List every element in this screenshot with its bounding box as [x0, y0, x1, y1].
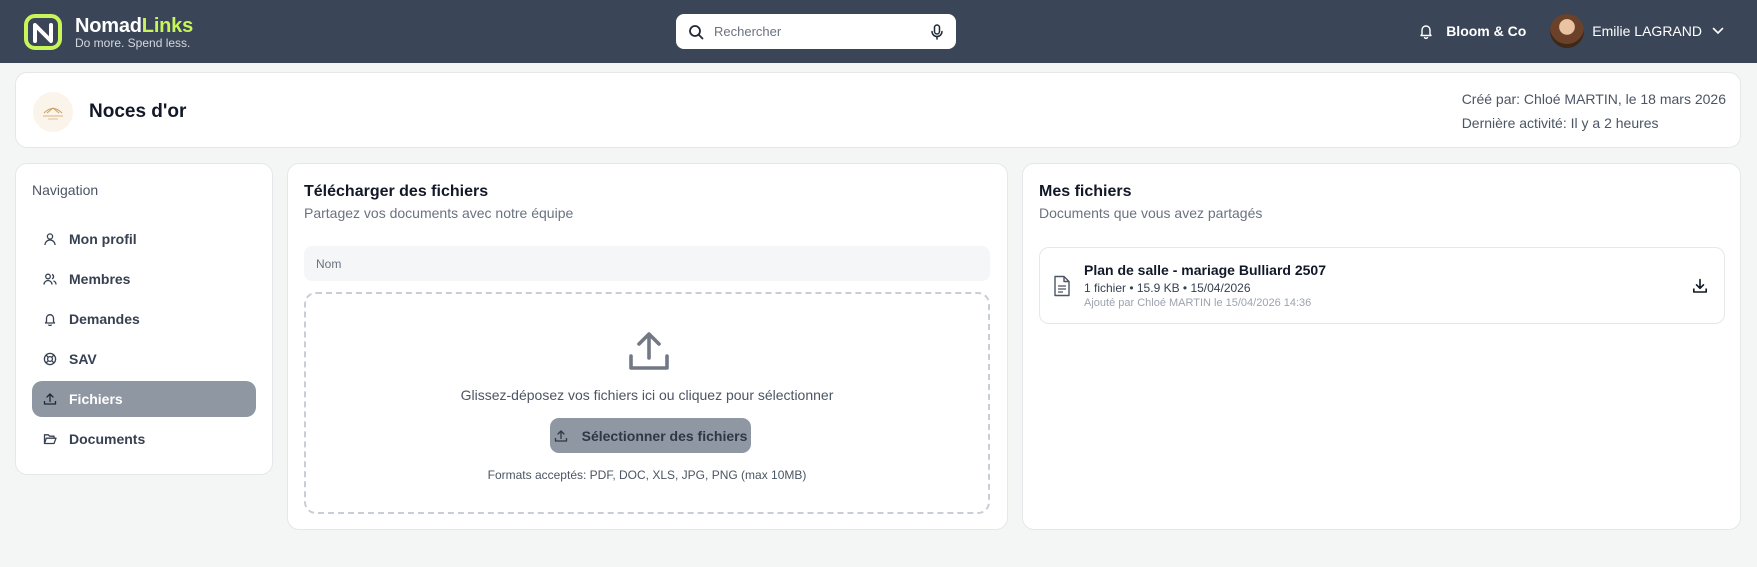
nav-item-label: Mon profil	[69, 231, 137, 247]
nav-item-mon-profil[interactable]: Mon profil	[32, 221, 256, 257]
bell-icon	[43, 312, 57, 326]
organization-name[interactable]: Bloom & Co	[1446, 23, 1526, 39]
my-files-subtitle: Documents que vous avez partagés	[1039, 205, 1263, 221]
user-area: Bloom & Co Emilie LAGRAND	[1418, 14, 1724, 48]
nav-item-label: SAV	[69, 351, 97, 367]
nav-item-fichiers[interactable]: Fichiers	[32, 381, 256, 417]
dropzone-text: Glissez-déposez vos fichiers ici ou cliq…	[460, 387, 834, 403]
file-list-item[interactable]: Plan de salle - mariage Bulliard 2507 1 …	[1039, 247, 1725, 324]
file-dropzone[interactable]: Glissez-déposez vos fichiers ici ou cliq…	[304, 292, 990, 514]
file-name: Plan de salle - mariage Bulliard 2507	[1084, 262, 1326, 278]
notifications-bell-icon[interactable]	[1418, 23, 1434, 39]
folder-open-icon	[43, 432, 57, 446]
last-activity-text: Dernière activité: Il y a 2 heures	[1461, 115, 1659, 131]
upload-card: Télécharger des fichiers Partagez vos do…	[287, 163, 1008, 530]
navigation-heading: Navigation	[32, 182, 99, 198]
nomadlinks-logo-icon	[24, 14, 62, 50]
nav-item-demandes[interactable]: Demandes	[32, 301, 256, 337]
navigation-card: Navigation Mon profil Membres Demandes S…	[15, 163, 273, 475]
event-logo	[33, 92, 73, 132]
select-files-button[interactable]: Sélectionner des fichiers	[550, 418, 751, 453]
accepted-formats-text: Formats acceptés: PDF, DOC, XLS, JPG, PN…	[487, 468, 807, 482]
search-icon	[689, 24, 704, 39]
search-bar[interactable]	[676, 14, 956, 49]
navigation-list: Mon profil Membres Demandes SAV Fichiers…	[32, 221, 256, 461]
upload-icon	[43, 392, 57, 406]
lifebuoy-icon	[43, 352, 57, 366]
event-meta: Créé par: Chloé MARTIN, le 18 mars 2026 …	[1462, 87, 1726, 135]
my-files-title: Mes fichiers	[1039, 183, 1132, 200]
nav-item-label: Documents	[69, 431, 146, 447]
brand-tagline: Do more. Spend less.	[75, 35, 191, 50]
microphone-icon[interactable]	[930, 23, 944, 40]
document-icon	[1054, 275, 1070, 297]
nav-item-documents[interactable]: Documents	[32, 421, 256, 457]
file-info: 1 fichier • 15.9 KB • 15/04/2026	[1084, 281, 1251, 295]
page-title: Noces d'or	[89, 101, 187, 122]
user-icon	[43, 232, 57, 246]
chevron-down-icon[interactable]	[1712, 27, 1724, 35]
file-added-by: Ajouté par Chloé MARTIN le 15/04/2026 14…	[1084, 297, 1312, 309]
download-icon[interactable]	[1692, 278, 1708, 294]
event-header-card: Noces d'or Créé par: Chloé MARTIN, le 18…	[15, 72, 1741, 148]
nav-item-membres[interactable]: Membres	[32, 261, 256, 297]
select-files-label: Sélectionner des fichiers	[581, 427, 748, 444]
nav-item-label: Membres	[69, 271, 131, 287]
avatar[interactable]	[1550, 14, 1585, 48]
event-crest-icon	[43, 107, 63, 120]
upload-title: Télécharger des fichiers	[304, 183, 489, 200]
nav-item-sav[interactable]: SAV	[32, 341, 256, 377]
nav-item-label: Fichiers	[69, 391, 123, 407]
upload-icon	[554, 429, 567, 442]
brand-name-part1: Nomad	[75, 14, 142, 37]
my-files-card: Mes fichiers Documents que vous avez par…	[1022, 163, 1741, 530]
brand-name-part2: Links	[141, 14, 194, 37]
nav-item-label: Demandes	[69, 311, 140, 327]
upload-cloud-icon	[629, 332, 669, 370]
created-by-text: Créé par: Chloé MARTIN, le 18 mars 2026	[1461, 91, 1726, 107]
user-name[interactable]: Emilie LAGRAND	[1592, 23, 1702, 39]
brand-logo[interactable]: NomadLinks Do more. Spend less.	[23, 13, 193, 51]
users-icon	[43, 272, 57, 286]
top-bar: NomadLinks Do more. Spend less. Bloom & …	[0, 0, 1757, 63]
upload-subtitle: Partagez vos documents avec notre équipe	[304, 205, 574, 221]
brand-name: NomadLinks	[75, 15, 193, 37]
brand-text: NomadLinks Do more. Spend less.	[75, 15, 193, 50]
search-input[interactable]	[714, 24, 930, 39]
file-name-input[interactable]	[304, 246, 990, 281]
